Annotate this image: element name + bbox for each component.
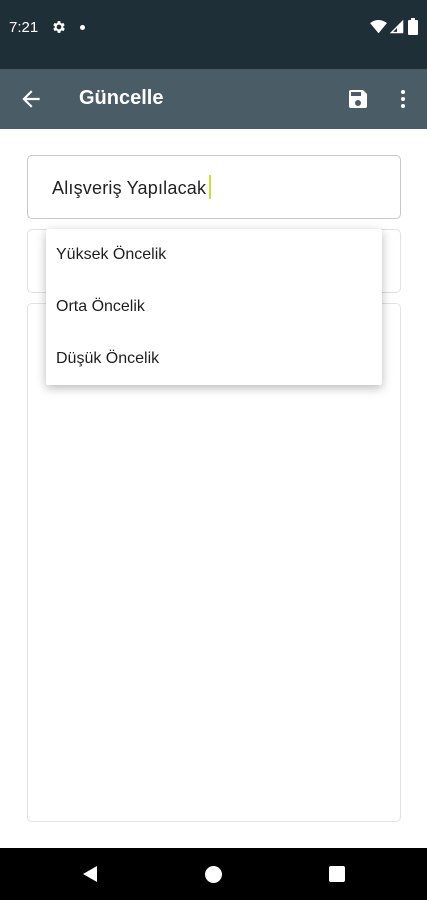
gear-icon — [53, 21, 65, 33]
dropdown-option-high[interactable]: Yüksek Öncelik — [46, 229, 382, 281]
nav-recents-icon[interactable] — [329, 866, 345, 882]
title-input[interactable]: Alışveriş Yapılacak — [27, 155, 401, 219]
wifi-icon — [370, 20, 387, 34]
notification-dot-icon — [80, 25, 85, 30]
nav-home-icon[interactable] — [205, 866, 222, 883]
system-nav-bar — [0, 848, 427, 900]
save-icon[interactable] — [346, 87, 370, 111]
back-arrow-icon[interactable] — [18, 86, 44, 112]
page-title: Güncelle — [79, 87, 164, 109]
status-time: 7:21 — [9, 19, 39, 36]
battery-icon — [408, 18, 418, 35]
more-vert-icon[interactable] — [391, 87, 415, 111]
title-input-value: Alışveriş Yapılacak — [52, 175, 212, 201]
priority-dropdown-menu: Yüksek Öncelik Orta Öncelik Düşük Önceli… — [46, 229, 382, 385]
dropdown-option-medium[interactable]: Orta Öncelik — [46, 281, 382, 333]
status-bar: 7:21 — [0, 0, 427, 69]
signal-icon — [390, 20, 404, 34]
dropdown-option-low[interactable]: Düşük Öncelik — [46, 333, 382, 385]
title-text: Alışveriş Yapılacak — [52, 177, 207, 198]
app-bar: Güncelle — [0, 69, 427, 129]
nav-back-icon[interactable] — [81, 865, 99, 883]
text-caret — [209, 175, 212, 199]
